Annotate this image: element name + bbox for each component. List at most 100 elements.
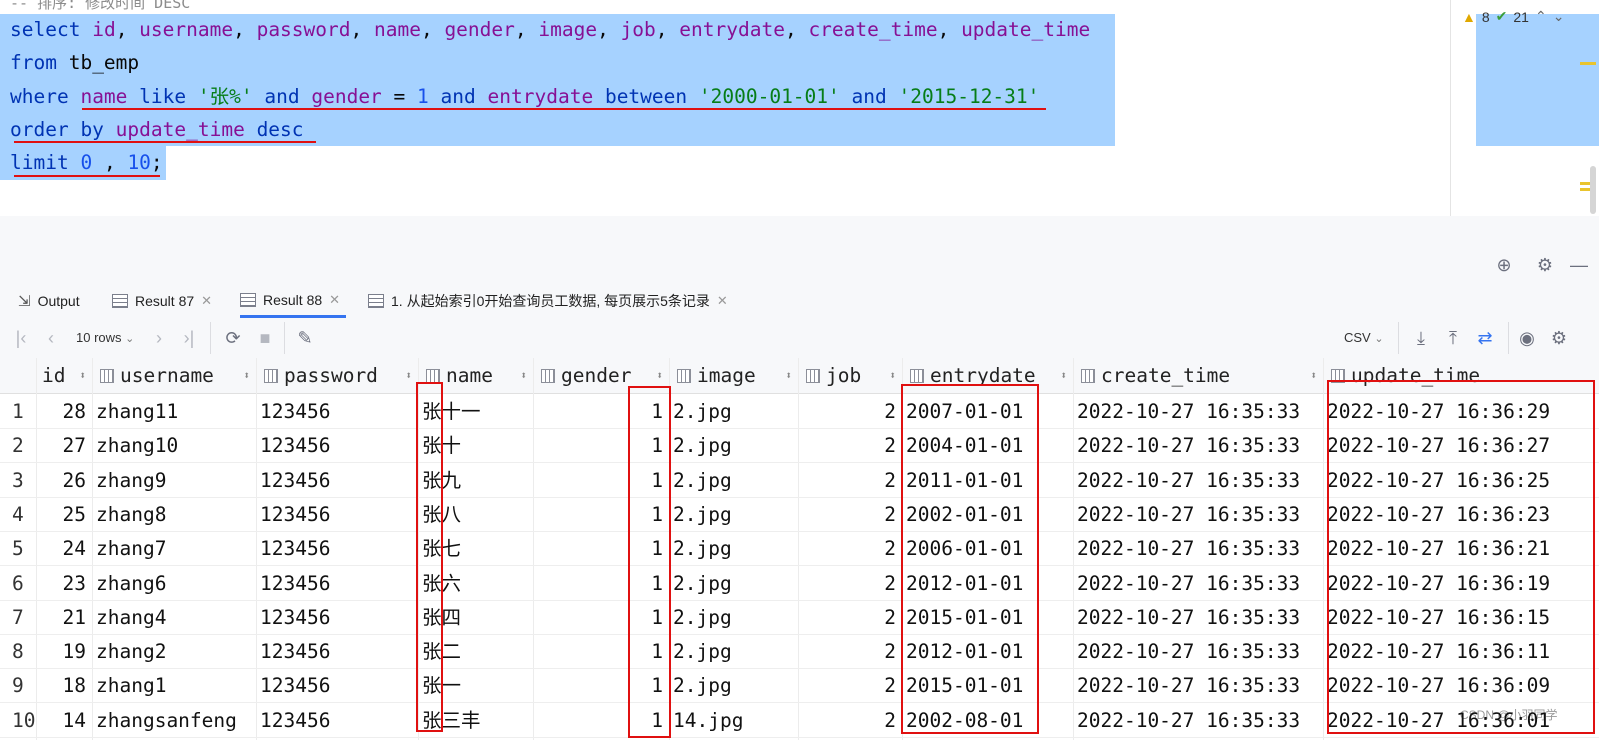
- column-header-password[interactable]: password ⬍: [256, 358, 418, 394]
- cell-username[interactable]: zhang8: [96, 497, 254, 532]
- cell-password[interactable]: 123456: [260, 531, 416, 566]
- cell-job[interactable]: 2: [798, 634, 896, 669]
- next-page-icon[interactable]: ›: [150, 326, 168, 350]
- cell-id[interactable]: 18: [36, 668, 86, 703]
- upload-icon[interactable]: ⤒: [1442, 326, 1464, 350]
- cell-job[interactable]: 2: [798, 394, 896, 429]
- cell-job[interactable]: 2: [798, 600, 896, 635]
- cell-create-time[interactable]: 2022-10-27 16:35:33: [1077, 634, 1321, 669]
- cell-id[interactable]: 26: [36, 463, 86, 498]
- pin-icon[interactable]: ✎: [294, 326, 316, 350]
- cell-id[interactable]: 25: [36, 497, 86, 532]
- sort-icon[interactable]: ⬍: [79, 369, 86, 382]
- cell-id[interactable]: 27: [36, 428, 86, 463]
- cell-password[interactable]: 123456: [260, 497, 416, 532]
- sort-icon[interactable]: ⬍: [889, 369, 896, 382]
- chevron-up-icon[interactable]: ⌃: [1535, 8, 1547, 25]
- export-format-selector[interactable]: CSV ⌄: [1344, 326, 1384, 350]
- cell-id[interactable]: 19: [36, 634, 86, 669]
- sort-icon[interactable]: ⬍: [785, 369, 792, 382]
- split-divider[interactable]: [0, 216, 1599, 246]
- cell-id[interactable]: 23: [36, 566, 86, 601]
- sql-editor[interactable]: -- 排序: 修改时间 DESC select id, username, pa…: [0, 0, 1599, 217]
- cell-create-time[interactable]: 2022-10-27 16:35:33: [1077, 394, 1321, 429]
- sort-icon[interactable]: ⬍: [243, 369, 250, 382]
- chevron-down-icon[interactable]: ⌄: [1553, 8, 1565, 25]
- cell-password[interactable]: 123456: [260, 634, 416, 669]
- cell-id[interactable]: 28: [36, 394, 86, 429]
- inspection-widget[interactable]: ▲ 8 ✔ 21 ⌃ ⌄: [1462, 8, 1564, 25]
- cell-id[interactable]: 21: [36, 600, 86, 635]
- cell-image[interactable]: 2.jpg: [673, 531, 796, 566]
- cell-image[interactable]: 14.jpg: [673, 703, 796, 738]
- close-icon[interactable]: ✕: [329, 292, 340, 308]
- refresh-icon[interactable]: ⟳: [222, 326, 244, 350]
- column-header-username[interactable]: username ⬍: [92, 358, 256, 394]
- code-line-1[interactable]: select id, username, password, name, gen…: [10, 13, 1090, 47]
- settings-icon[interactable]: ⚙: [1548, 326, 1570, 350]
- cell-create-time[interactable]: 2022-10-27 16:35:33: [1077, 497, 1321, 532]
- editor-scrollbar[interactable]: [1590, 166, 1596, 214]
- cell-image[interactable]: 2.jpg: [673, 634, 796, 669]
- cell-password[interactable]: 123456: [260, 668, 416, 703]
- tab-query-1[interactable]: 1. 从起始索引0开始查询员工数据, 每页展示5条记录 ✕: [368, 284, 728, 318]
- cell-username[interactable]: zhang1: [96, 668, 254, 703]
- cell-username[interactable]: zhang9: [96, 463, 254, 498]
- cell-image[interactable]: 2.jpg: [673, 600, 796, 635]
- sort-icon[interactable]: ⬍: [1310, 369, 1317, 382]
- cell-job[interactable]: 2: [798, 703, 896, 738]
- cell-image[interactable]: 2.jpg: [673, 497, 796, 532]
- tab-output[interactable]: ⇲ Output: [18, 284, 80, 318]
- cell-username[interactable]: zhang10: [96, 428, 254, 463]
- last-page-icon[interactable]: ›|: [180, 326, 198, 350]
- cell-image[interactable]: 2.jpg: [673, 566, 796, 601]
- tab-result-87[interactable]: Result 87 ✕: [112, 284, 212, 318]
- first-page-icon[interactable]: |‹: [12, 326, 30, 350]
- cell-create-time[interactable]: 2022-10-27 16:35:33: [1077, 566, 1321, 601]
- cell-username[interactable]: zhang2: [96, 634, 254, 669]
- stop-icon[interactable]: ■: [254, 326, 276, 350]
- cell-job[interactable]: 2: [798, 497, 896, 532]
- crosshair-icon[interactable]: ⊕: [1493, 254, 1515, 276]
- cell-image[interactable]: 2.jpg: [673, 428, 796, 463]
- column-header-create-time[interactable]: create_time ⬍: [1073, 358, 1323, 394]
- cell-password[interactable]: 123456: [260, 428, 416, 463]
- cell-username[interactable]: zhang11: [96, 394, 254, 429]
- eye-icon[interactable]: ◉: [1516, 326, 1538, 350]
- cell-password[interactable]: 123456: [260, 600, 416, 635]
- cell-create-time[interactable]: 2022-10-27 16:35:33: [1077, 600, 1321, 635]
- cell-create-time[interactable]: 2022-10-27 16:35:33: [1077, 703, 1321, 738]
- sort-icon[interactable]: ⬍: [656, 369, 663, 382]
- tab-result-88[interactable]: Result 88 ✕: [240, 284, 347, 318]
- cell-username[interactable]: zhang7: [96, 531, 254, 566]
- column-header-image[interactable]: image ⬍: [669, 358, 798, 394]
- cell-create-time[interactable]: 2022-10-27 16:35:33: [1077, 531, 1321, 566]
- sort-icon[interactable]: ⬍: [1060, 369, 1067, 382]
- column-header-id[interactable]: id ⬍: [36, 358, 92, 394]
- cell-job[interactable]: 2: [798, 566, 896, 601]
- cell-password[interactable]: 123456: [260, 566, 416, 601]
- cell-create-time[interactable]: 2022-10-27 16:35:33: [1077, 668, 1321, 703]
- gear-icon[interactable]: ⚙: [1534, 254, 1556, 276]
- cell-username[interactable]: zhang4: [96, 600, 254, 635]
- cell-password[interactable]: 123456: [260, 463, 416, 498]
- cell-job[interactable]: 2: [798, 463, 896, 498]
- cell-create-time[interactable]: 2022-10-27 16:35:33: [1077, 463, 1321, 498]
- cell-password[interactable]: 123456: [260, 703, 416, 738]
- sort-icon[interactable]: ⬍: [405, 369, 412, 382]
- cell-job[interactable]: 2: [798, 428, 896, 463]
- cell-id[interactable]: 24: [36, 531, 86, 566]
- cell-image[interactable]: 2.jpg: [673, 394, 796, 429]
- prev-page-icon[interactable]: ‹: [42, 326, 60, 350]
- download-icon[interactable]: ⤓: [1410, 326, 1432, 350]
- rows-selector[interactable]: 10 rows ⌄: [76, 326, 134, 350]
- cell-job[interactable]: 2: [798, 668, 896, 703]
- minimize-icon[interactable]: —: [1568, 254, 1590, 276]
- close-icon[interactable]: ✕: [717, 293, 728, 309]
- cell-image[interactable]: 2.jpg: [673, 668, 796, 703]
- cell-username[interactable]: zhang6: [96, 566, 254, 601]
- cell-password[interactable]: 123456: [260, 394, 416, 429]
- close-icon[interactable]: ✕: [201, 293, 212, 309]
- cell-username[interactable]: zhangsanfeng: [96, 703, 254, 738]
- cell-image[interactable]: 2.jpg: [673, 463, 796, 498]
